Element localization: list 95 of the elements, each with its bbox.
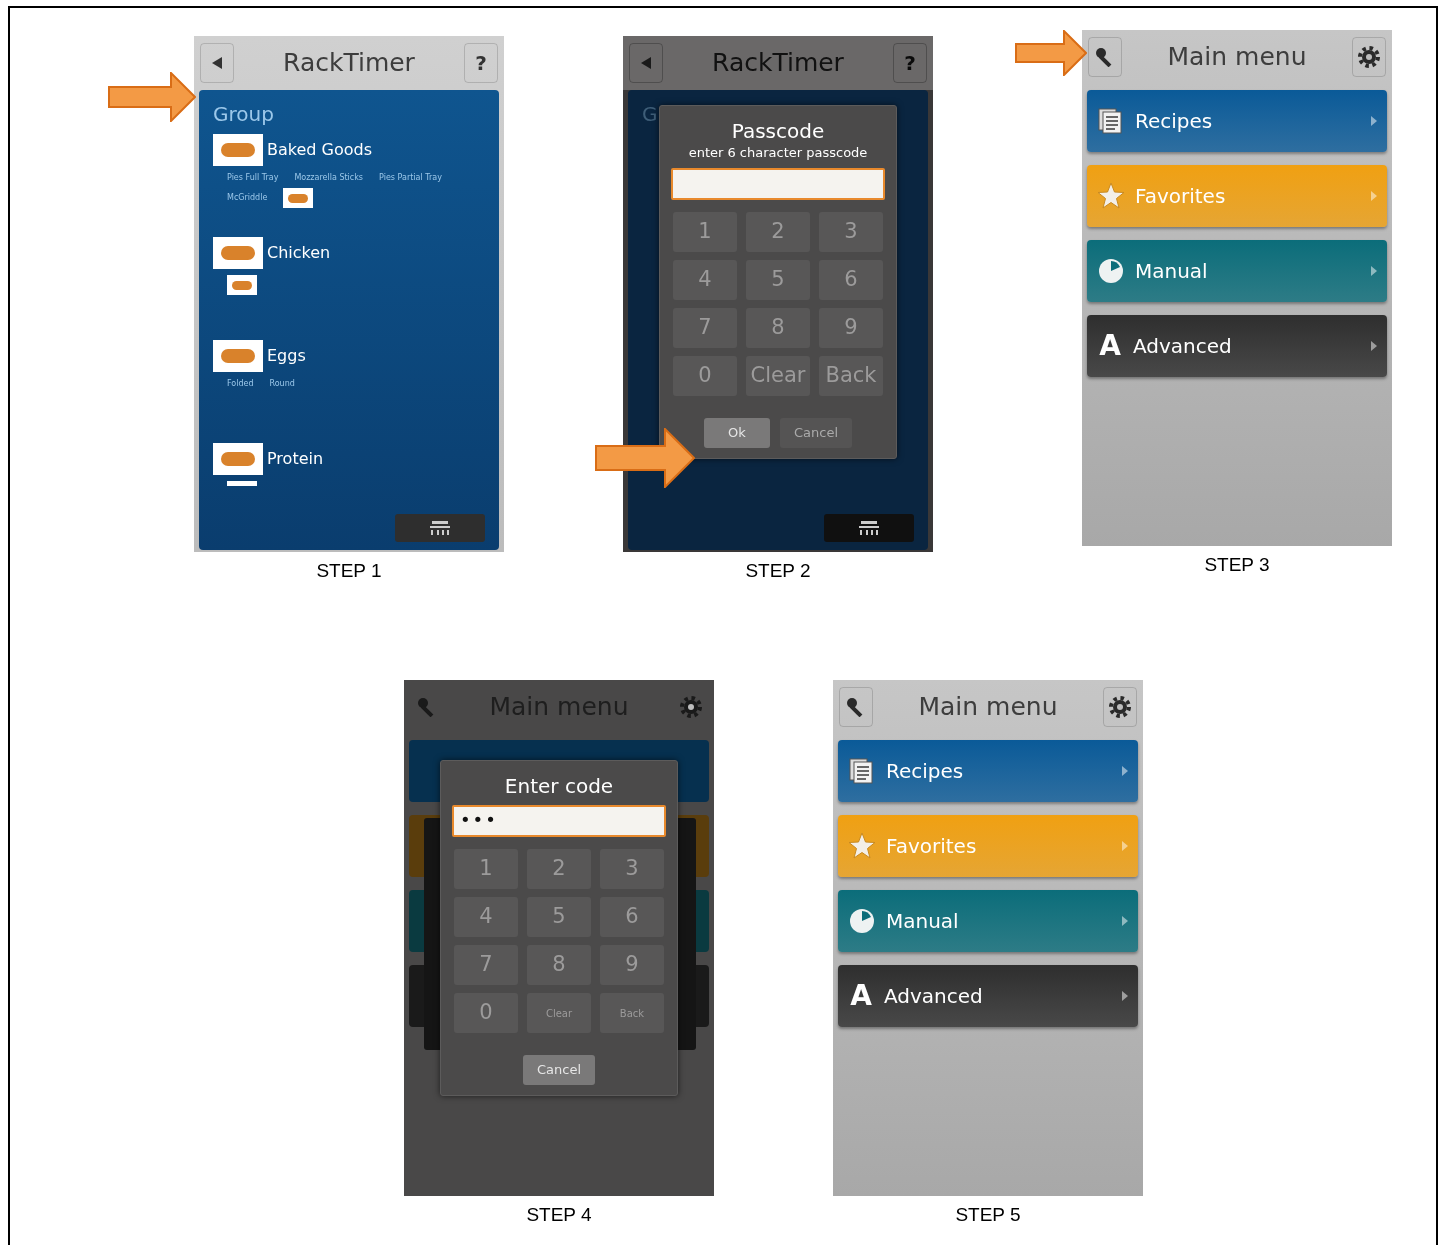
keypad-key[interactable]: 7 <box>454 945 518 985</box>
keypad-key[interactable]: Clear <box>527 993 591 1033</box>
step-caption: STEP 1 <box>316 560 382 582</box>
back-button[interactable] <box>200 43 234 83</box>
item-label[interactable]: McGriddle <box>227 192 268 204</box>
photo-strip <box>227 481 257 486</box>
keypad-key[interactable]: 0 <box>454 993 518 1033</box>
keypad-key[interactable]: 2 <box>527 849 591 889</box>
keypad-key[interactable]: 4 <box>673 260 737 300</box>
keypad-key[interactable]: 1 <box>673 212 737 252</box>
keypad-key[interactable]: 8 <box>746 308 810 348</box>
item-label[interactable]: Folded <box>227 378 254 390</box>
letter-a-icon: A <box>848 982 874 1010</box>
wrench-button[interactable] <box>1088 37 1122 77</box>
wrench-button[interactable] <box>839 687 873 727</box>
keypad-key[interactable]: Back <box>819 356 883 396</box>
settings-icon <box>1109 696 1131 718</box>
chevron-right-icon <box>1122 766 1128 776</box>
screen-title: RackTimer <box>712 47 844 80</box>
menu-button[interactable]: Recipes <box>838 740 1138 802</box>
settings-button[interactable] <box>1352 37 1386 77</box>
chevron-right-icon <box>1371 341 1377 351</box>
step-caption: STEP 4 <box>526 1204 592 1226</box>
item-label[interactable]: Mozzarella Sticks <box>294 172 364 184</box>
step-caption: STEP 3 <box>1204 554 1270 576</box>
dialog-subtitle: enter 6 character passcode <box>688 144 868 162</box>
dialog-title: Enter code <box>504 773 614 799</box>
rack-icon <box>429 521 451 535</box>
item-label[interactable]: Pies Partial Tray <box>379 172 442 184</box>
group-heading: Group <box>213 102 275 126</box>
keypad-key[interactable]: 2 <box>746 212 810 252</box>
group-name[interactable]: Protein <box>267 447 324 471</box>
documents-icon <box>1097 107 1125 135</box>
keypad-key[interactable]: 6 <box>600 897 664 937</box>
keypad-key[interactable]: 4 <box>454 897 518 937</box>
keypad-key[interactable]: 9 <box>600 945 664 985</box>
letter-a-icon: A <box>1097 332 1123 360</box>
menu-button[interactable]: Recipes <box>1087 90 1387 152</box>
dial-icon <box>1097 257 1125 285</box>
keypad-key[interactable]: 8 <box>527 945 591 985</box>
chevron-right-icon <box>1122 841 1128 851</box>
menu-button[interactable]: A Advanced <box>1087 315 1387 377</box>
menu-button[interactable]: Manual <box>1087 240 1387 302</box>
menu-button[interactable]: Favorites <box>1087 165 1387 227</box>
keypad-key[interactable]: 5 <box>746 260 810 300</box>
documents-icon <box>848 757 876 785</box>
passcode-field[interactable] <box>671 168 885 200</box>
rack-button[interactable] <box>395 514 485 542</box>
keypad-key[interactable]: 3 <box>600 849 664 889</box>
group-name[interactable]: Baked Goods <box>267 138 373 162</box>
keypad-key[interactable]: 5 <box>527 897 591 937</box>
help-button[interactable]: ? <box>464 43 498 83</box>
keypad-key[interactable]: 9 <box>819 308 883 348</box>
keypad-key[interactable]: 3 <box>819 212 883 252</box>
group-name[interactable]: Chicken <box>267 241 331 265</box>
rack-icon <box>858 521 880 535</box>
dialog-button[interactable]: Ok <box>703 418 770 448</box>
food-photo-placeholder[interactable] <box>283 188 314 208</box>
chevron-right-icon <box>1371 266 1377 276</box>
step-caption: STEP 5 <box>955 1204 1021 1226</box>
chevron-right-icon <box>1371 116 1377 126</box>
rack-button[interactable] <box>824 514 914 542</box>
settings-icon <box>1358 46 1380 68</box>
keypad-key[interactable]: 6 <box>819 260 883 300</box>
step-caption: STEP 2 <box>745 560 811 582</box>
dial-icon <box>848 907 876 935</box>
keypad-key[interactable]: Back <box>600 993 664 1033</box>
menu-button[interactable]: Manual <box>838 890 1138 952</box>
help-button[interactable]: ? <box>893 43 927 83</box>
screen-title: Main menu <box>918 691 1058 724</box>
chevron-right-icon <box>1371 191 1377 201</box>
dialog-title: Passcode <box>731 118 825 144</box>
chevron-right-icon <box>1122 916 1128 926</box>
menu-button[interactable]: Favorites <box>838 815 1138 877</box>
item-label[interactable]: Round <box>269 378 295 390</box>
menu-button[interactable]: A Advanced <box>838 965 1138 1027</box>
keypad-key[interactable]: 7 <box>673 308 737 348</box>
back-triangle-icon <box>641 57 651 69</box>
dialog-button[interactable]: Cancel <box>779 418 852 448</box>
keypad-key[interactable]: Clear <box>746 356 810 396</box>
settings-button[interactable] <box>1103 687 1137 727</box>
chevron-right-icon <box>1122 991 1128 1001</box>
group-heading: G <box>642 102 659 126</box>
settings-icon <box>680 696 702 718</box>
star-icon <box>848 832 876 860</box>
dialog-button[interactable]: Cancel <box>522 1055 595 1085</box>
passcode-field[interactable]: ••• <box>452 805 666 837</box>
keypad-key[interactable]: 0 <box>673 356 737 396</box>
screen-title: RackTimer <box>283 47 415 80</box>
item-label[interactable]: Pies Full Tray <box>227 172 279 184</box>
keypad-key[interactable]: 1 <box>454 849 518 889</box>
back-triangle-icon <box>212 57 222 69</box>
group-name[interactable]: Eggs <box>267 344 306 368</box>
star-icon <box>1097 182 1125 210</box>
screen-title: Main menu <box>1167 41 1307 74</box>
